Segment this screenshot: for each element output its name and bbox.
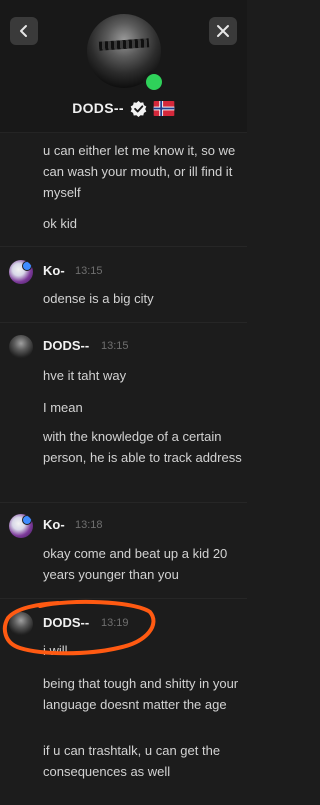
message-text: with the knowledge of a certain person, … (43, 429, 242, 465)
profile-username: DODS-- (72, 100, 124, 116)
author-name[interactable]: Ko- (43, 263, 65, 278)
message-header: DODS-- 13:15 (0, 335, 247, 359)
message-divider (0, 322, 247, 323)
author-avatar[interactable] (9, 260, 33, 284)
chevron-left-icon (20, 25, 27, 37)
message-text: if u can trashtalk, u can get the conseq… (43, 743, 221, 779)
author-avatar[interactable] (9, 514, 33, 538)
message-text: hve it taht way (43, 368, 127, 383)
back-button[interactable] (10, 17, 38, 45)
norway-flag-icon (153, 100, 175, 116)
message-divider (0, 246, 247, 247)
message-header: Ko- 13:18 (0, 514, 247, 538)
author-name[interactable]: DODS-- (43, 338, 89, 353)
message-timestamp: 13:15 (101, 340, 129, 352)
chat-header: DODS-- (0, 0, 247, 133)
message-text: being that tough and shitty in your lang… (43, 676, 239, 712)
message-timestamp: 13:18 (75, 519, 103, 531)
message-text: odense is a big city (43, 291, 154, 306)
message-text: u can either let me know it, so we can w… (43, 143, 236, 200)
message-header: Ko- 13:15 (0, 260, 247, 284)
message-divider (0, 598, 247, 599)
author-name[interactable]: DODS-- (43, 615, 89, 630)
message-text: ok kid (43, 216, 77, 231)
message-text: okay come and beat up a kid 20 years you… (43, 546, 228, 582)
author-name[interactable]: Ko- (43, 517, 65, 532)
message-timestamp: 13:19 (101, 617, 129, 629)
author-avatar[interactable] (9, 335, 33, 359)
close-button[interactable] (209, 17, 237, 45)
profile-name-row: DODS-- (0, 98, 247, 118)
author-avatar[interactable] (9, 612, 33, 636)
message-text: i will (43, 643, 68, 658)
close-icon (217, 25, 229, 37)
message-divider (0, 502, 247, 503)
online-status-indicator (143, 71, 165, 93)
message-header: DODS-- 13:19 (0, 612, 247, 636)
verified-check-icon (130, 100, 147, 117)
message-text: I mean (43, 400, 83, 415)
message-timestamp: 13:15 (75, 265, 103, 277)
